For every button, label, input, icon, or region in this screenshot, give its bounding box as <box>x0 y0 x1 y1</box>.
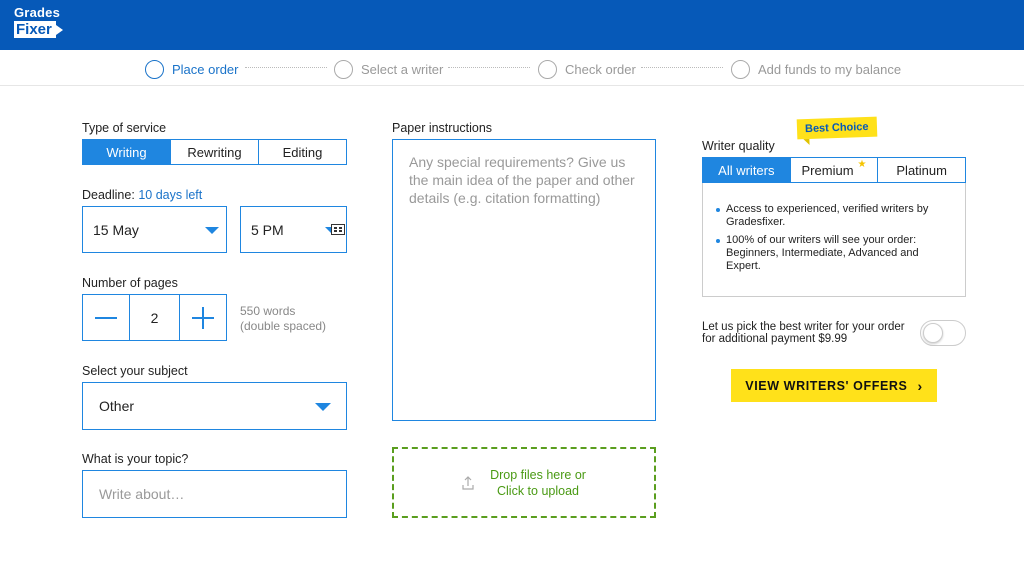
instructions-placeholder: Any special requirements? Give us the ma… <box>409 154 635 206</box>
writer-quality-tabs: All writers Premium ★ Platinum <box>702 157 966 183</box>
deadline-label: Deadline: 10 days left <box>82 188 202 202</box>
step-divider <box>448 67 530 68</box>
chevron-down-icon <box>315 403 331 411</box>
instructions-textarea[interactable]: Any special requirements? Give us the ma… <box>392 139 656 421</box>
word-count: 550 words <box>240 304 296 318</box>
step-add-funds[interactable]: Add funds to my balance <box>731 59 901 79</box>
step-label: Select a writer <box>361 61 444 77</box>
service-option-writing[interactable]: Writing <box>83 140 170 164</box>
upload-text: Drop files here or Click to upload <box>490 467 586 499</box>
step-label: Add funds to my balance <box>758 61 902 77</box>
topic-input[interactable]: Write about… <box>82 470 347 518</box>
toggle-knob <box>923 323 943 343</box>
subject-label: Select your subject <box>82 364 188 378</box>
step-circle-icon <box>538 59 557 79</box>
step-place-order[interactable]: Place order <box>145 59 238 79</box>
best-writer-line2: for additional payment $9.99 <box>702 333 848 345</box>
upload-line2: Click to upload <box>497 483 579 498</box>
chevron-right-icon: › <box>917 377 923 394</box>
service-option-editing[interactable]: Editing <box>258 140 346 164</box>
topic-placeholder: Write about… <box>99 486 185 502</box>
step-label: Place order <box>172 61 239 77</box>
chevron-down-icon <box>205 227 219 234</box>
order-steps: Place order Select a writer Check order … <box>0 50 1024 86</box>
step-divider <box>245 67 327 68</box>
writer-option-premium[interactable]: Premium ★ <box>789 158 878 182</box>
spacing-note: (double spaced) <box>240 319 327 333</box>
subject-value: Other <box>99 398 135 414</box>
best-writer-line1: Let us pick the best writer for your ord… <box>702 321 905 333</box>
pages-count[interactable]: 2 <box>130 295 179 340</box>
pages-words: 550 words (double spaced) <box>240 304 326 334</box>
deadline-date-value: 15 May <box>93 221 139 238</box>
service-type-selector: Writing Rewriting Editing <box>82 139 347 165</box>
top-bar: Grades Fixer <box>0 0 1024 50</box>
pages-label: Number of pages <box>82 276 178 290</box>
best-writer-toggle[interactable] <box>920 320 966 346</box>
writer-benefit-item: 100% of our writers will see your order:… <box>714 234 954 273</box>
plus-icon <box>192 306 214 329</box>
service-label: Type of service <box>82 121 167 135</box>
step-circle-icon <box>145 59 164 79</box>
writer-quality-label: Writer quality <box>702 139 775 153</box>
minus-icon <box>95 316 117 319</box>
best-writer-text: Let us pick the best writer for your ord… <box>702 321 905 345</box>
deadline-date-dropdown[interactable]: 15 May <box>82 206 227 253</box>
calendar-icon <box>331 224 345 235</box>
premium-label: Premium <box>801 162 854 178</box>
upload-line1: Drop files here or <box>490 467 586 482</box>
deadline-label-text: Deadline: <box>82 188 135 202</box>
step-circle-icon <box>731 59 750 79</box>
decrement-button[interactable] <box>83 295 130 340</box>
file-upload-dropzone[interactable]: Drop files here or Click to upload <box>392 447 656 518</box>
writer-option-all[interactable]: All writers <box>703 158 790 182</box>
step-label: Check order <box>565 61 636 77</box>
gradesfixer-logo[interactable]: Grades Fixer <box>14 5 63 38</box>
writer-benefit-item: Access to experienced, verified writers … <box>714 203 954 229</box>
increment-button[interactable] <box>179 295 226 340</box>
writer-option-platinum[interactable]: Platinum <box>877 158 965 182</box>
instructions-label: Paper instructions <box>392 121 493 135</box>
service-option-rewriting[interactable]: Rewriting <box>170 140 258 164</box>
step-check-order[interactable]: Check order <box>538 59 636 79</box>
best-choice-badge: Best Choice <box>796 116 877 140</box>
topic-label: What is your topic? <box>82 452 189 466</box>
deadline-days-left: 10 days left <box>138 188 203 202</box>
logo-line1: Grades <box>14 5 61 20</box>
subject-dropdown[interactable]: Other <box>82 382 347 430</box>
logo-line2: Fixer <box>14 21 63 38</box>
view-writers-offers-button[interactable]: VIEW WRITERS' OFFERS › <box>731 369 937 402</box>
step-circle-icon <box>334 59 353 79</box>
star-icon: ★ <box>857 158 867 170</box>
cta-label: VIEW WRITERS' OFFERS <box>745 378 908 393</box>
step-divider <box>641 67 723 68</box>
pages-stepper: 2 <box>82 294 227 341</box>
deadline-time-value: 5 PM <box>251 221 284 238</box>
step-select-writer[interactable]: Select a writer <box>334 59 443 79</box>
upload-icon <box>462 475 474 490</box>
deadline-time-dropdown[interactable]: 5 PM <box>240 206 347 253</box>
